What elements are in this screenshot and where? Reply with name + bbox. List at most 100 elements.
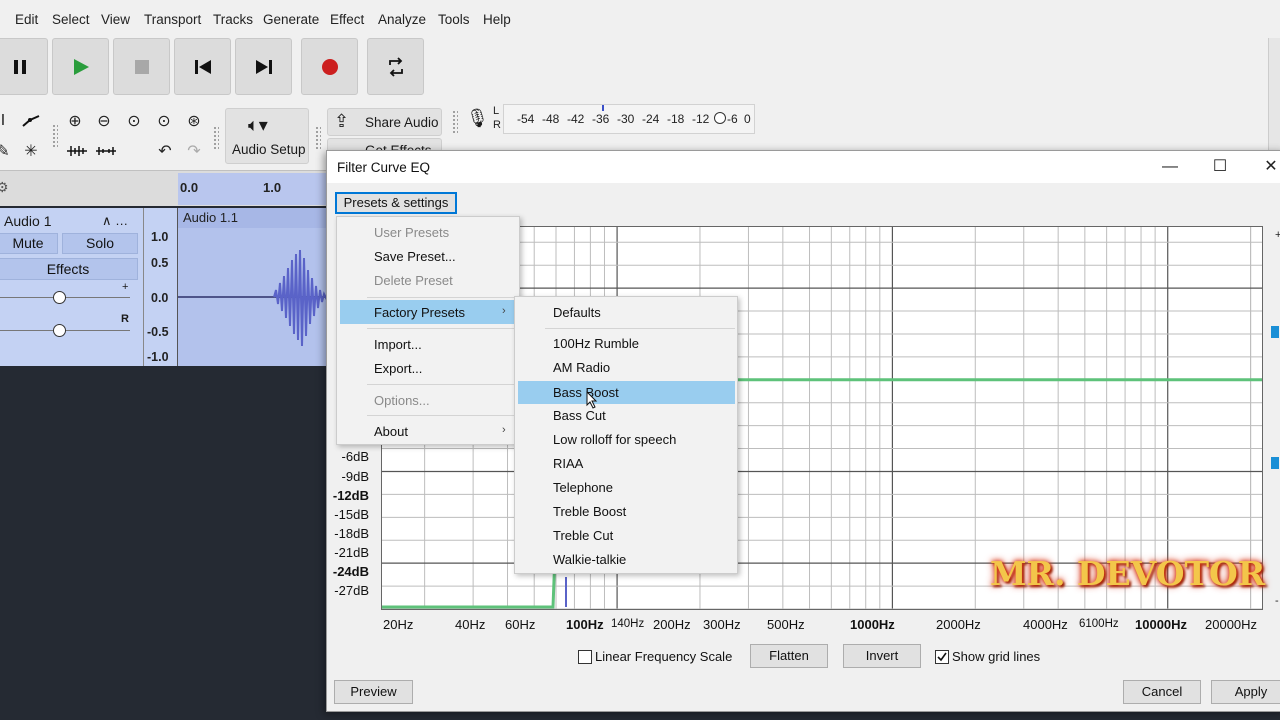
- vertical-amplitude-ruler[interactable]: 1.0 0.5 0.0 -0.5 -1.0: [144, 208, 178, 366]
- toolbar-grip[interactable]: [52, 124, 58, 148]
- preset-defaults[interactable]: Defaults: [553, 305, 601, 320]
- track-name[interactable]: Audio 1: [4, 213, 51, 229]
- skip-to-start-button[interactable]: [174, 38, 231, 95]
- meter-channel-r: R: [493, 119, 501, 131]
- solo-button[interactable]: Solo: [62, 233, 138, 254]
- menu-item-export[interactable]: Export...: [374, 361, 422, 376]
- meter-tick: -18: [667, 112, 685, 126]
- timeline-selection-band[interactable]: 0.0 1.0: [178, 173, 330, 205]
- menu-item-save-preset[interactable]: Save Preset...: [374, 249, 456, 264]
- record-meter[interactable]: -54 -48 -42 -36 -30 -24 -18 -12 -6 0: [503, 104, 755, 134]
- effects-button[interactable]: Effects: [0, 258, 138, 280]
- menu-transport[interactable]: Transport: [144, 12, 201, 27]
- toolbar-grip[interactable]: [213, 126, 219, 150]
- pause-button[interactable]: [0, 38, 48, 95]
- zoom-in-icon[interactable]: ⊕: [62, 108, 88, 134]
- loop-button[interactable]: [367, 38, 424, 95]
- right-scale-marker[interactable]: [1271, 457, 1279, 469]
- hz-label: 300Hz: [703, 617, 741, 632]
- preset-walkie-talkie[interactable]: Walkie-talkie: [553, 552, 626, 567]
- menu-generate[interactable]: Generate: [263, 12, 319, 27]
- multi-tool-icon[interactable]: ✳: [18, 138, 44, 164]
- toolbar-scrollbar[interactable]: [1268, 38, 1280, 164]
- timeline-ruler[interactable]: ⚙ 0.0 1.0: [0, 170, 330, 206]
- preset-treble-boost[interactable]: Treble Boost: [553, 504, 626, 519]
- zoom-out-icon[interactable]: ⊖: [91, 108, 117, 134]
- hz-label: 500Hz: [767, 617, 805, 632]
- preset-riaa[interactable]: RIAA: [553, 456, 583, 471]
- menu-item-import[interactable]: Import...: [374, 337, 422, 352]
- menu-help[interactable]: Help: [483, 12, 511, 27]
- zoom-toggle-icon[interactable]: ⊛: [181, 108, 207, 134]
- meter-tick: 0: [744, 112, 751, 126]
- minimize-icon[interactable]: —: [1160, 157, 1180, 177]
- gain-slider-thumb[interactable]: [53, 291, 66, 304]
- envelope-tool-icon[interactable]: [18, 108, 44, 134]
- menu-item-about[interactable]: About: [374, 424, 408, 439]
- close-icon[interactable]: ✕: [1261, 157, 1280, 177]
- presets-settings-button[interactable]: Presets & settings: [335, 192, 457, 214]
- preset-am-radio[interactable]: AM Radio: [553, 360, 610, 375]
- audio-setup-button[interactable]: 🔈︎▾ Audio Setup: [225, 108, 309, 164]
- menu-item-user-presets[interactable]: User Presets: [374, 225, 449, 240]
- menu-analyze[interactable]: Analyze: [378, 12, 426, 27]
- hz-label: 40Hz: [455, 617, 486, 632]
- menu-view[interactable]: View: [101, 12, 130, 27]
- menu-separator: [545, 328, 735, 329]
- microphone-icon[interactable]: 🎙︎: [466, 108, 490, 136]
- preset-low-rolloff-speech[interactable]: Low rolloff for speech: [553, 432, 676, 447]
- trim-audio-icon[interactable]: [64, 138, 90, 164]
- menu-tracks[interactable]: Tracks: [213, 12, 253, 27]
- flatten-button[interactable]: Flatten: [750, 644, 828, 668]
- maximize-icon[interactable]: ☐: [1210, 157, 1230, 177]
- preview-button[interactable]: Preview: [334, 680, 413, 704]
- record-button[interactable]: [301, 38, 358, 95]
- clip-title[interactable]: Audio 1.1: [178, 208, 330, 228]
- audio-clip[interactable]: Audio 1.1: [178, 208, 330, 366]
- mute-button[interactable]: Mute: [0, 233, 58, 254]
- pan-slider-thumb[interactable]: [53, 324, 66, 337]
- draw-tool-icon[interactable]: ✎: [0, 138, 16, 164]
- db-label: -6dB: [341, 449, 369, 464]
- toolbar-grip[interactable]: [315, 126, 321, 150]
- hz-label: 200Hz: [653, 617, 691, 632]
- preset-100hz-rumble[interactable]: 100Hz Rumble: [553, 336, 639, 351]
- timeline-settings-icon[interactable]: ⚙: [0, 179, 9, 196]
- preset-bass-cut[interactable]: Bass Cut: [553, 408, 606, 423]
- menu-edit[interactable]: Edit: [15, 12, 38, 27]
- menu-select[interactable]: Select: [52, 12, 90, 27]
- toolbar-grip[interactable]: [452, 110, 458, 134]
- dialog-title-bar[interactable]: Filter Curve EQ — ☐ ✕: [327, 151, 1280, 183]
- right-scale-marker[interactable]: [1271, 326, 1279, 338]
- apply-button[interactable]: Apply: [1211, 680, 1280, 704]
- selection-tool-icon[interactable]: I: [0, 108, 16, 134]
- speaker-icon: 🔈︎▾: [248, 115, 268, 135]
- skip-to-end-button[interactable]: [235, 38, 292, 95]
- menu-item-options[interactable]: Options...: [374, 393, 430, 408]
- menu-effect[interactable]: Effect: [330, 12, 364, 27]
- stop-button[interactable]: [113, 38, 170, 95]
- linear-frequency-checkbox[interactable]: [578, 650, 592, 664]
- undo-icon[interactable]: ↶: [152, 138, 178, 164]
- menu-item-delete-preset[interactable]: Delete Preset: [374, 273, 453, 288]
- cancel-button[interactable]: Cancel: [1123, 680, 1201, 704]
- meter-channel-l: L: [493, 105, 500, 117]
- meter-slider-knob[interactable]: [714, 112, 726, 124]
- track-menu-icon[interactable]: ∧ …: [102, 213, 128, 229]
- show-grid-checkbox[interactable]: [935, 650, 949, 664]
- redo-icon[interactable]: ↷: [181, 138, 207, 164]
- share-audio-button[interactable]: ⇪ Share Audio: [327, 108, 442, 136]
- menu-item-factory-presets[interactable]: Factory Presets ›: [340, 300, 516, 324]
- preset-bass-boost[interactable]: Bass Boost: [518, 381, 735, 409]
- fit-project-icon[interactable]: ⊙: [151, 108, 177, 134]
- play-icon: [73, 58, 89, 75]
- meter-tick: -6: [727, 112, 738, 126]
- invert-button[interactable]: Invert: [843, 644, 921, 668]
- play-button[interactable]: [52, 38, 109, 95]
- menu-tools[interactable]: Tools: [438, 12, 470, 27]
- preset-telephone[interactable]: Telephone: [553, 480, 613, 495]
- preset-treble-cut[interactable]: Treble Cut: [553, 528, 613, 543]
- silence-audio-icon[interactable]: [93, 138, 119, 164]
- hz-label: 140Hz: [611, 618, 645, 630]
- fit-selection-icon[interactable]: ⊙: [121, 108, 147, 134]
